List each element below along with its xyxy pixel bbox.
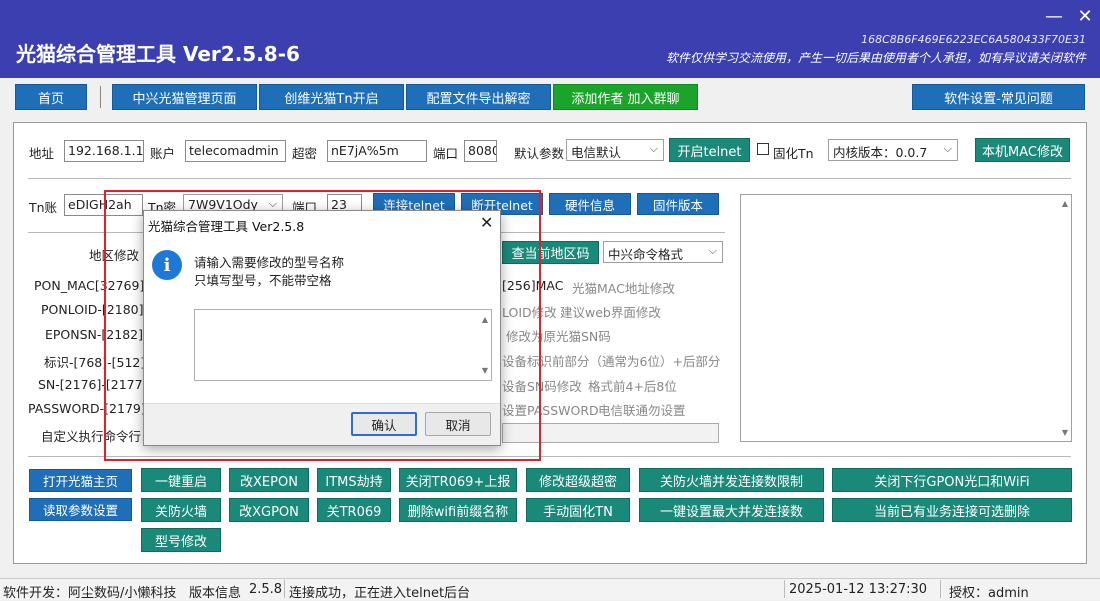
status-version: 2.5.8 — [249, 582, 283, 597]
home-button[interactable]: 首页 — [15, 84, 87, 110]
scroll-up-icon[interactable]: ▲ — [482, 315, 488, 324]
close-icon[interactable]: ✕ — [1073, 6, 1097, 27]
delete-wifi-prefix-button[interactable]: 删除wifi前缀名称 — [399, 498, 517, 522]
status-developer: 软件开发：阿尘数码/小懒科技 — [3, 586, 177, 601]
nav-divider — [100, 86, 101, 108]
close-firewall-button[interactable]: 关防火墙 — [141, 498, 221, 522]
dialog-message-line1: 请输入需要修改的型号名称 — [194, 255, 345, 270]
open-telnet-button[interactable]: 开启telnet — [669, 138, 750, 162]
config-export-button[interactable]: 配置文件导出解密 — [406, 84, 551, 110]
status-datetime: 2025-01-12 13:27:30 — [789, 582, 928, 597]
address-input[interactable]: 192.168.1.1 — [64, 140, 144, 162]
chevron-down-icon: ⌵ — [649, 142, 658, 155]
tn-account-label: Tn账 — [29, 200, 58, 215]
open-home-button[interactable]: 打开光猫主页 — [29, 469, 132, 492]
close-tr069-report-button[interactable]: 关闭TR069+上报 — [399, 468, 517, 492]
fix-tn-label: 固化Tn — [773, 146, 814, 161]
reboot-button[interactable]: 一键重启 — [141, 468, 221, 492]
default-params-value: 电信默认 — [571, 145, 622, 160]
param-row-hint: 建议web界面修改 — [560, 305, 661, 320]
mac-modify-button[interactable]: 本机MAC修改 — [975, 138, 1070, 162]
firewall-conn-limit-button[interactable]: 关防火墙并发连接数限制 — [639, 468, 824, 492]
hardware-info-button[interactable]: 硬件信息 — [549, 193, 631, 215]
status-divider — [940, 580, 941, 598]
param-row-hint: 电信联通勿设置 — [598, 403, 686, 418]
dialog-cancel-button[interactable]: 取消 — [425, 412, 491, 436]
status-divider — [284, 580, 285, 598]
minimize-icon[interactable]: — — [1042, 6, 1066, 27]
status-version-label: 版本信息 — [189, 586, 242, 601]
itms-button[interactable]: ITMS劫持 — [317, 468, 391, 492]
chevron-down-icon: ⌵ — [943, 142, 952, 155]
address-label: 地址 — [29, 146, 55, 161]
divider — [28, 178, 1071, 179]
chevron-down-icon: ⌵ — [708, 244, 717, 257]
zte-cmd-format-value: 中兴命令格式 — [608, 247, 684, 262]
output-textarea[interactable]: ▲ ▼ — [740, 194, 1072, 442]
kernel-version-select[interactable]: 内核版本：0.0.7 ⌵ — [828, 139, 958, 161]
dialog-message-line2: 只填写型号，不能带空格 — [194, 273, 332, 288]
kernel-version-value: 内核版本：0.0.7 — [833, 145, 928, 160]
read-params-button[interactable]: 读取参数设置 — [29, 498, 132, 521]
port-label: 端口 — [433, 146, 459, 161]
app-title: 光猫综合管理工具 Ver2.5.8-6 — [16, 42, 300, 66]
default-params-label: 默认参数 — [514, 146, 565, 161]
scroll-down-icon[interactable]: ▼ — [1062, 428, 1068, 437]
status-auth: 授权：admin — [949, 586, 1029, 601]
xgpon-button[interactable]: 改XGPON — [229, 498, 309, 522]
chuangwei-tn-button[interactable]: 创维光猫Tn开启 — [259, 84, 404, 110]
scroll-up-icon[interactable]: ▲ — [1062, 199, 1068, 208]
machine-hash: 168C8B6F469E6223EC6A580433F70E31 — [861, 33, 1086, 46]
modify-super-pwd-button[interactable]: 修改超级超密 — [526, 468, 630, 492]
disclaimer-text: 软件仅供学习交流使用，产生一切后果由使用者个人承担，如有异议请关闭软件 — [665, 51, 1086, 65]
param-row-hint: 光猫MAC地址修改 — [572, 281, 675, 296]
model-modify-button[interactable]: 型号修改 — [141, 528, 221, 552]
default-params-select[interactable]: 电信默认 ⌵ — [566, 139, 664, 161]
zte-cmd-format-select[interactable]: 中兴命令格式 ⌵ — [603, 241, 723, 263]
delete-connections-button[interactable]: 当前已有业务连接可选删除 — [832, 498, 1072, 522]
status-divider — [784, 580, 785, 598]
superpwd-input[interactable]: nE7jA%5m — [327, 140, 427, 162]
settings-faq-button[interactable]: 软件设置-常见问题 — [912, 84, 1085, 110]
scroll-down-icon[interactable]: ▼ — [482, 366, 488, 375]
dialog-close-icon[interactable]: ✕ — [480, 213, 493, 232]
account-label: 账户 — [150, 146, 176, 161]
port-input[interactable]: 8080 — [464, 140, 497, 162]
dialog-title: 光猫综合管理工具 Ver2.5.8 — [148, 219, 305, 234]
superpwd-label: 超密 — [292, 146, 318, 161]
zte-admin-button[interactable]: 中兴光猫管理页面 — [112, 84, 257, 110]
fix-tn-checkbox[interactable] — [757, 143, 769, 155]
param-row-hint: 格式前4+后8位 — [588, 379, 677, 394]
dialog-ok-button[interactable]: 确认 — [351, 412, 417, 436]
max-conn-button[interactable]: 一键设置最大并发连接数 — [639, 498, 824, 522]
info-icon: i — [152, 250, 182, 280]
close-tr069-button[interactable]: 关TR069 — [317, 498, 391, 522]
firmware-version-button[interactable]: 固件版本 — [637, 193, 719, 215]
add-author-button[interactable]: 添加作者 加入群聊 — [553, 84, 698, 110]
manual-fix-tn-button[interactable]: 手动固化TN — [526, 498, 630, 522]
close-gpon-wifi-button[interactable]: 关闭下行GPON光口和WiFi — [832, 468, 1072, 492]
account-input[interactable]: telecomadmin — [185, 140, 286, 162]
xepon-button[interactable]: 改XEPON — [229, 468, 309, 492]
status-message: 连接成功，正在进入telnet后台 — [289, 586, 471, 601]
model-name-input[interactable]: ▲ ▼ — [194, 309, 492, 381]
